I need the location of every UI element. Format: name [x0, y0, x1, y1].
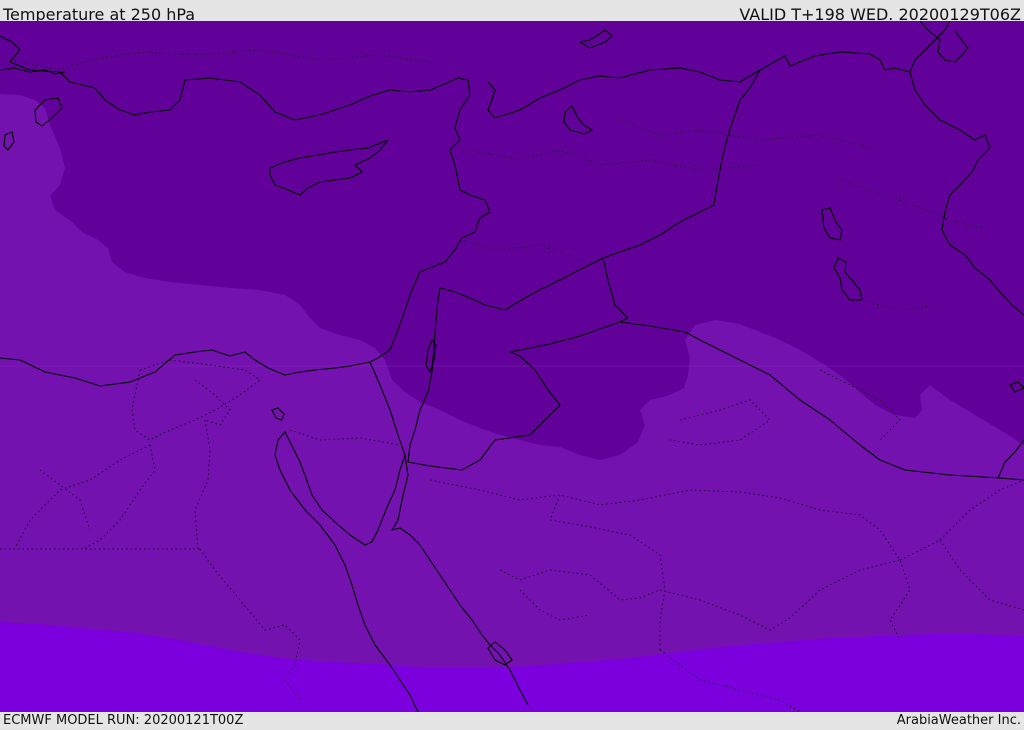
credit-label: ArabiaWeather Inc.	[896, 713, 1021, 728]
temperature-fill-layer	[0, 21, 1024, 712]
map-title: Temperature at 250 hPa	[3, 5, 196, 21]
valid-time-label: VALID T+198 WED. 20200129T06Z	[739, 5, 1021, 21]
map-canvas	[0, 21, 1024, 712]
model-run-label: ECMWF MODEL RUN: 20200121T00Z	[3, 713, 244, 728]
footer-bar: ECMWF MODEL RUN: 20200121T00Z ArabiaWeat…	[0, 712, 1024, 729]
header-bar: Temperature at 250 hPa VALID T+198 WED. …	[0, 0, 1024, 21]
